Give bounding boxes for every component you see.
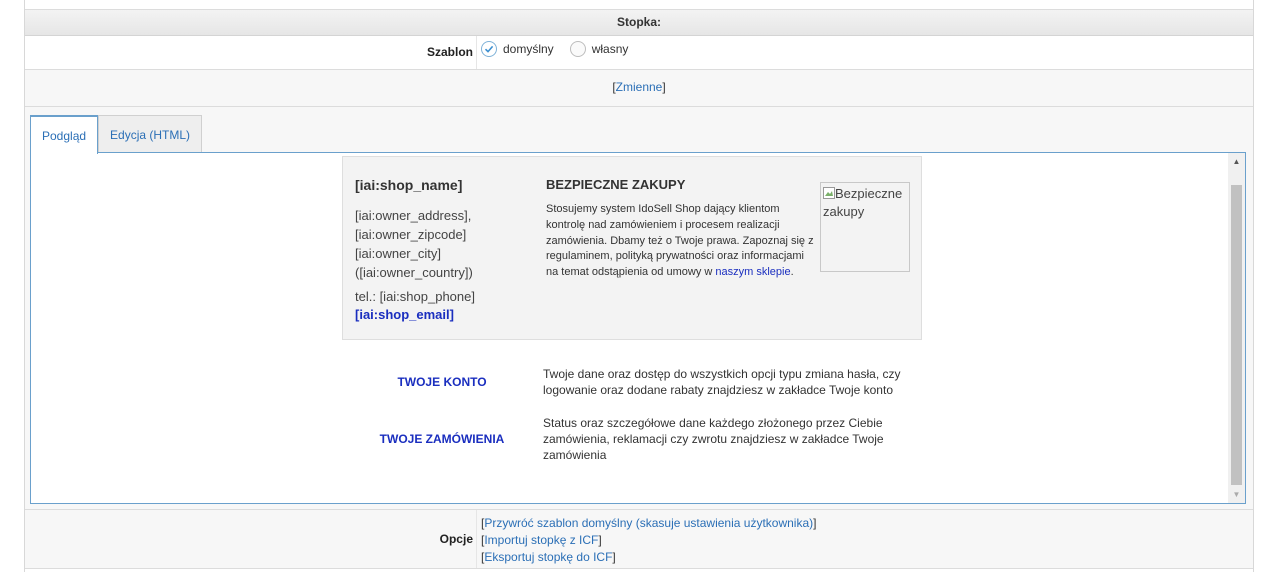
zmienne-row: [Zmienne]: [25, 70, 1253, 107]
shop-phone: tel.: [iai:shop_phone]: [355, 289, 475, 304]
tab-preview[interactable]: Podgląd: [30, 115, 99, 154]
our-shop-link[interactable]: naszym sklepie: [715, 266, 790, 278]
owner-address: [iai:owner_address], [iai:owner_zipcode]…: [355, 206, 473, 282]
szablon-radio-group: domyślny własny: [481, 41, 644, 57]
szablon-label: Szablon: [426, 45, 473, 59]
scroll-down-icon[interactable]: ▼: [1228, 486, 1245, 503]
shop-name: [iai:shop_name]: [355, 177, 463, 193]
orders-text: Status oraz szczegółowe dane każdego zło…: [543, 416, 884, 462]
radio-custom[interactable]: [569, 41, 586, 57]
preview-scrollbar[interactable]: ▲ ▼: [1228, 153, 1245, 503]
zipcode-line: [iai:owner_zipcode]: [355, 227, 467, 242]
account-text: Twoje dane oraz dostęp do wszystkich opc…: [543, 367, 901, 397]
check-icon: [484, 45, 494, 53]
secure-shopping-title: BEZPIECZNE ZAKUPY: [546, 177, 686, 192]
radio-default[interactable]: [481, 41, 497, 57]
opcje-row: Opcje [Przywróć szablon domyślny (skasuj…: [25, 510, 1253, 569]
preview-frame[interactable]: [iai:shop_name] [iai:owner_address], [ia…: [30, 152, 1246, 504]
secure-shopping-text: Stosujemy system IdoSell Shop dający kli…: [546, 202, 816, 281]
top-row: [25, 0, 1253, 10]
opcje-label: Opcje: [439, 532, 473, 546]
export-footer-icf-link[interactable]: Eksportuj stopkę do ICF: [484, 550, 612, 564]
editor-area: Podgląd Edycja (HTML) [iai:shop_name] [i…: [25, 107, 1253, 510]
secure-text-suffix: .: [790, 266, 794, 279]
bracket-close: ]: [662, 80, 666, 94]
editor-tabs: Podgląd Edycja (HTML): [30, 115, 203, 154]
import-footer-icf-link[interactable]: Importuj stopkę z ICF: [484, 533, 598, 547]
szablon-row: Szablon domyślny własny: [25, 36, 1253, 70]
radio-custom-label[interactable]: własny: [592, 42, 629, 56]
footer-card: [iai:shop_name] [iai:owner_address], [ia…: [342, 156, 922, 340]
secure-shopping-image-icon: Bezpieczne zakupy: [820, 182, 910, 272]
secure-image-alt: Bezpieczne zakupy: [823, 186, 903, 219]
restore-default-template-link[interactable]: Przywróć szablon domyślny (skasuje ustaw…: [484, 516, 813, 530]
radio-default-label[interactable]: domyślny: [503, 42, 554, 56]
city-line: [iai:owner_city]: [355, 246, 441, 261]
footer-settings-panel: Stopka: Szablon domyślny własny [Zmienne…: [24, 0, 1254, 572]
shop-email-link[interactable]: [iai:shop_email]: [355, 307, 454, 322]
orders-link[interactable]: TWOJE ZAMÓWIENIA: [347, 432, 537, 446]
cell-separator: [476, 510, 477, 568]
cell-separator: [476, 36, 477, 69]
broken-image-icon: [823, 187, 835, 199]
scroll-up-icon[interactable]: ▲: [1228, 153, 1245, 170]
scroll-thumb[interactable]: [1231, 185, 1242, 485]
tab-html-edit[interactable]: Edycja (HTML): [98, 115, 203, 152]
country-line: ([iai:owner_country]): [355, 265, 473, 280]
section-header: Stopka:: [25, 10, 1253, 36]
account-link[interactable]: TWOJE KONTO: [347, 375, 537, 389]
address-line: [iai:owner_address],: [355, 208, 472, 223]
opcje-links: [Przywróć szablon domyślny (skasuje usta…: [481, 516, 817, 564]
zmienne-link[interactable]: Zmienne: [616, 80, 663, 94]
